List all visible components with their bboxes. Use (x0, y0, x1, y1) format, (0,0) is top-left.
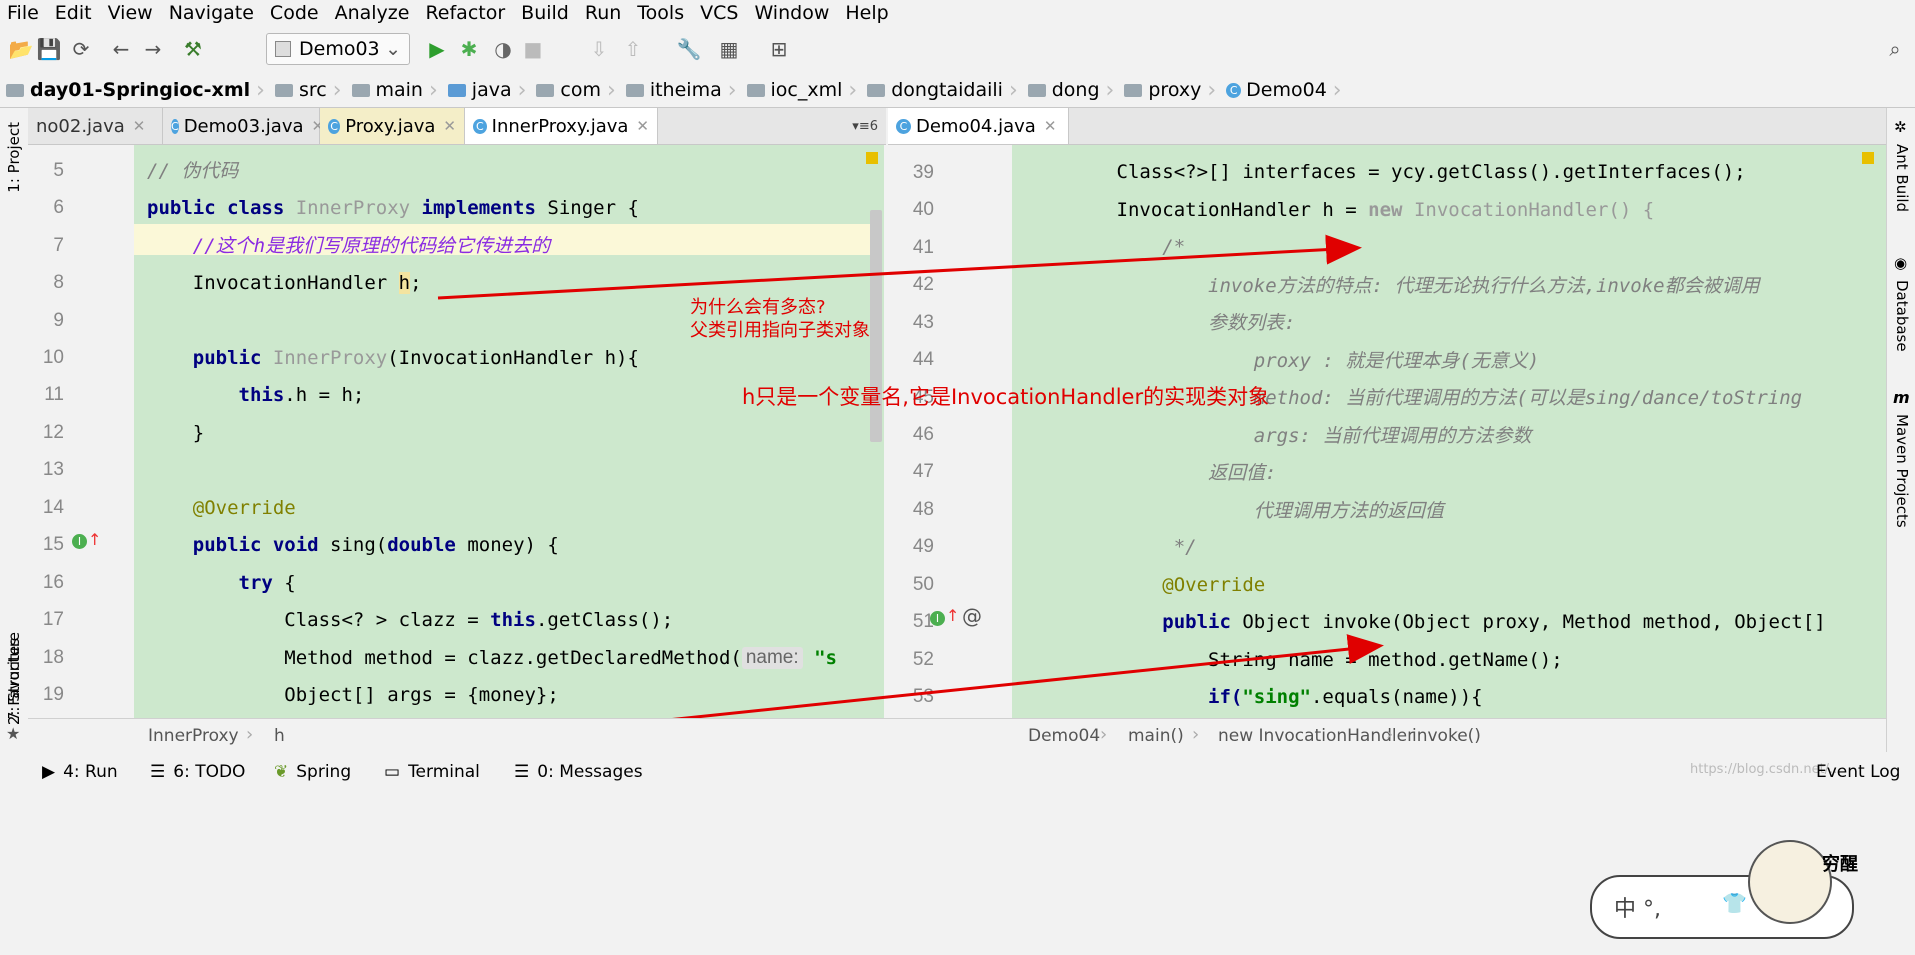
crumb-new-invocationhandler[interactable]: new InvocationHandler (1218, 726, 1414, 746)
run-icon: ▶ (42, 762, 56, 782)
messages-tool-button[interactable]: ☰ 0: Messages (514, 762, 643, 782)
annotation-h-variable: h只是一个变量名,它是InvocationHandler的实现类对象 (742, 385, 1270, 409)
crumb-main-method[interactable]: main() (1128, 726, 1184, 746)
todo-tool-button[interactable]: ☰ 6: TODO (150, 762, 245, 782)
chevron-right-icon: › (1100, 724, 1108, 745)
annotation-parent-ref: 父类引用指向子类对象 (690, 320, 870, 341)
run-tool-button[interactable]: ▶ 4: Run (42, 762, 118, 782)
chevron-right-icon: › (1192, 724, 1200, 745)
chevron-right-icon: › (1386, 724, 1394, 745)
ime-mode-label[interactable]: 中 °, (1614, 891, 1661, 923)
editor-breadcrumbs-bar: InnerProxy › h Demo04 › main() › new Inv… (28, 718, 1886, 753)
crumb-invoke[interactable]: invoke() (1412, 726, 1481, 746)
event-log-button[interactable]: Event Log (1816, 762, 1900, 782)
spring-tool-button[interactable]: ❦ Spring (274, 762, 351, 782)
crumb-demo04-class[interactable]: Demo04 (1028, 726, 1100, 746)
terminal-tool-button[interactable]: ▭ Terminal (384, 762, 480, 782)
ime-skin-icon[interactable]: 👕 (1722, 891, 1747, 915)
sticker-caption: 穷醒 (1822, 854, 1858, 875)
crumb-innerproxy[interactable]: InnerProxy (148, 726, 239, 746)
terminal-icon: ▭ (384, 762, 401, 782)
arrow-h-to-invocationhandler (437, 234, 1362, 300)
list-icon: ☰ (150, 762, 166, 782)
sticker-face (1748, 840, 1832, 924)
crumb-h[interactable]: h (274, 726, 285, 746)
chevron-right-icon: › (246, 724, 254, 745)
spring-leaf-icon: ❦ (274, 762, 289, 782)
messages-icon: ☰ (514, 762, 530, 782)
